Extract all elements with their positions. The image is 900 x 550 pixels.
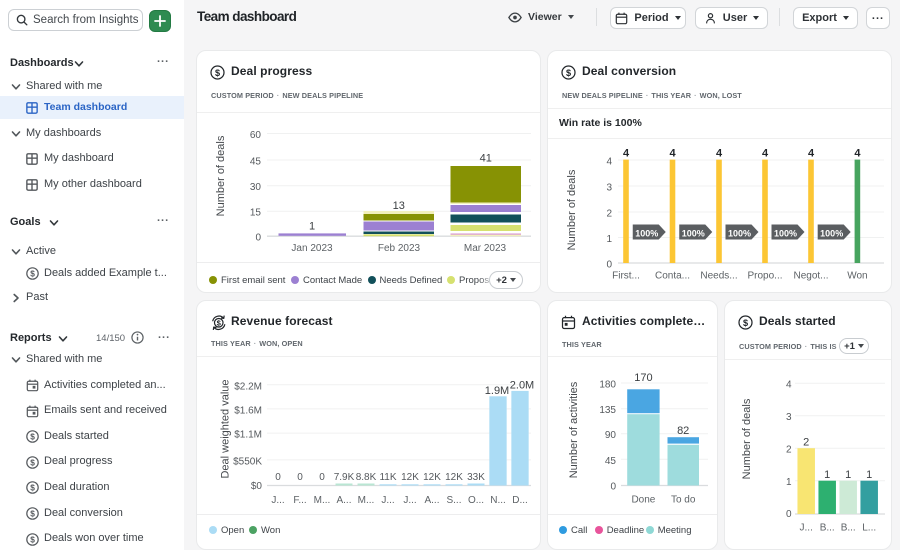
svg-text:Propo...: Propo... bbox=[747, 271, 782, 282]
svg-text:12K: 12K bbox=[401, 472, 419, 483]
svg-text:$: $ bbox=[30, 484, 35, 493]
svg-text:$0: $0 bbox=[251, 481, 263, 492]
svg-text:4: 4 bbox=[716, 148, 723, 160]
svg-text:$: $ bbox=[30, 269, 35, 278]
svg-text:41: 41 bbox=[480, 153, 492, 165]
svg-text:Jan 2023: Jan 2023 bbox=[291, 243, 333, 254]
svg-text:F...: F... bbox=[293, 495, 306, 506]
svg-text:Conta...: Conta... bbox=[655, 271, 690, 282]
svg-text:1: 1 bbox=[866, 469, 872, 481]
svg-text:13: 13 bbox=[393, 200, 405, 212]
svg-text:4: 4 bbox=[623, 148, 630, 160]
svg-text:1.9M: 1.9M bbox=[485, 385, 509, 397]
svg-text:100%: 100% bbox=[774, 229, 797, 239]
svg-text:$: $ bbox=[30, 509, 35, 518]
svg-text:M...: M... bbox=[358, 495, 375, 506]
svg-text:S...: S... bbox=[446, 495, 461, 506]
svg-text:First...: First... bbox=[612, 271, 640, 282]
svg-text:$550K: $550K bbox=[233, 456, 262, 467]
svg-text:N...: N... bbox=[490, 495, 506, 506]
svg-text:90: 90 bbox=[605, 430, 617, 441]
svg-text:$: $ bbox=[743, 318, 748, 328]
svg-text:100%: 100% bbox=[635, 229, 658, 239]
svg-text:0: 0 bbox=[786, 509, 792, 520]
svg-text:4: 4 bbox=[808, 148, 815, 160]
svg-text:B...: B... bbox=[820, 523, 835, 534]
svg-text:45: 45 bbox=[250, 157, 262, 168]
svg-text:0: 0 bbox=[275, 472, 281, 483]
svg-text:$: $ bbox=[566, 68, 571, 78]
svg-text:0: 0 bbox=[319, 472, 325, 483]
svg-text:A...: A... bbox=[336, 495, 351, 506]
svg-text:$2.2M: $2.2M bbox=[234, 381, 262, 392]
svg-text:$: $ bbox=[30, 535, 35, 544]
svg-text:O...: O... bbox=[468, 495, 484, 506]
svg-text:4: 4 bbox=[786, 379, 792, 390]
svg-text:0: 0 bbox=[297, 472, 303, 483]
svg-text:Done: Done bbox=[631, 495, 655, 506]
svg-text:4: 4 bbox=[606, 157, 612, 168]
svg-text:$: $ bbox=[30, 433, 35, 442]
svg-text:Needs...: Needs... bbox=[700, 271, 737, 282]
svg-text:11K: 11K bbox=[379, 472, 396, 483]
svg-text:$1.6M: $1.6M bbox=[234, 405, 262, 416]
svg-text:45: 45 bbox=[605, 456, 617, 467]
svg-text:$: $ bbox=[30, 458, 35, 467]
svg-text:33K: 33K bbox=[467, 472, 485, 483]
svg-text:2.0M: 2.0M bbox=[510, 380, 534, 392]
svg-text:8.8K: 8.8K bbox=[356, 472, 377, 483]
svg-text:J...: J... bbox=[800, 523, 813, 534]
svg-text:180: 180 bbox=[599, 380, 616, 391]
svg-text:B...: B... bbox=[841, 523, 856, 534]
svg-text:0: 0 bbox=[610, 481, 616, 492]
svg-text:4: 4 bbox=[762, 148, 769, 160]
svg-text:A...: A... bbox=[424, 495, 439, 506]
svg-text:1: 1 bbox=[309, 221, 315, 233]
svg-text:7.9K: 7.9K bbox=[334, 472, 355, 483]
svg-text:D...: D... bbox=[512, 495, 528, 506]
svg-text:60: 60 bbox=[250, 130, 262, 141]
svg-text:2: 2 bbox=[606, 209, 612, 220]
svg-text:170: 170 bbox=[634, 372, 652, 384]
svg-text:12K: 12K bbox=[423, 472, 441, 483]
svg-text:Mar 2023: Mar 2023 bbox=[464, 243, 507, 254]
svg-text:0: 0 bbox=[606, 260, 612, 271]
svg-text:J...: J... bbox=[381, 495, 394, 506]
svg-text:2: 2 bbox=[803, 437, 809, 449]
svg-text:1: 1 bbox=[606, 234, 612, 245]
svg-text:0: 0 bbox=[255, 233, 261, 244]
svg-text:4: 4 bbox=[669, 148, 676, 160]
svg-text:Feb 2023: Feb 2023 bbox=[378, 243, 421, 254]
svg-text:1: 1 bbox=[824, 469, 830, 481]
svg-text:$: $ bbox=[215, 68, 220, 78]
svg-text:Won: Won bbox=[847, 271, 867, 282]
svg-text:30: 30 bbox=[250, 182, 262, 193]
svg-text:1: 1 bbox=[845, 469, 851, 481]
svg-text:12K: 12K bbox=[445, 472, 463, 483]
svg-text:1: 1 bbox=[786, 477, 792, 488]
svg-text:100%: 100% bbox=[820, 229, 843, 239]
svg-text:Negot...: Negot... bbox=[793, 271, 828, 282]
svg-text:L...: L... bbox=[862, 523, 876, 534]
svg-text:100%: 100% bbox=[682, 229, 705, 239]
svg-text:135: 135 bbox=[599, 405, 616, 416]
svg-text:100%: 100% bbox=[728, 229, 751, 239]
svg-text:$1.1M: $1.1M bbox=[234, 430, 262, 441]
svg-text:3: 3 bbox=[786, 412, 792, 423]
svg-text:M...: M... bbox=[314, 495, 331, 506]
svg-text:2: 2 bbox=[786, 444, 792, 455]
svg-text:J...: J... bbox=[403, 495, 416, 506]
svg-text:82: 82 bbox=[677, 425, 689, 437]
svg-text:To do: To do bbox=[671, 495, 696, 506]
svg-text:J...: J... bbox=[271, 495, 284, 506]
svg-text:3: 3 bbox=[606, 183, 612, 194]
svg-text:15: 15 bbox=[250, 208, 262, 219]
svg-text:4: 4 bbox=[854, 148, 861, 160]
